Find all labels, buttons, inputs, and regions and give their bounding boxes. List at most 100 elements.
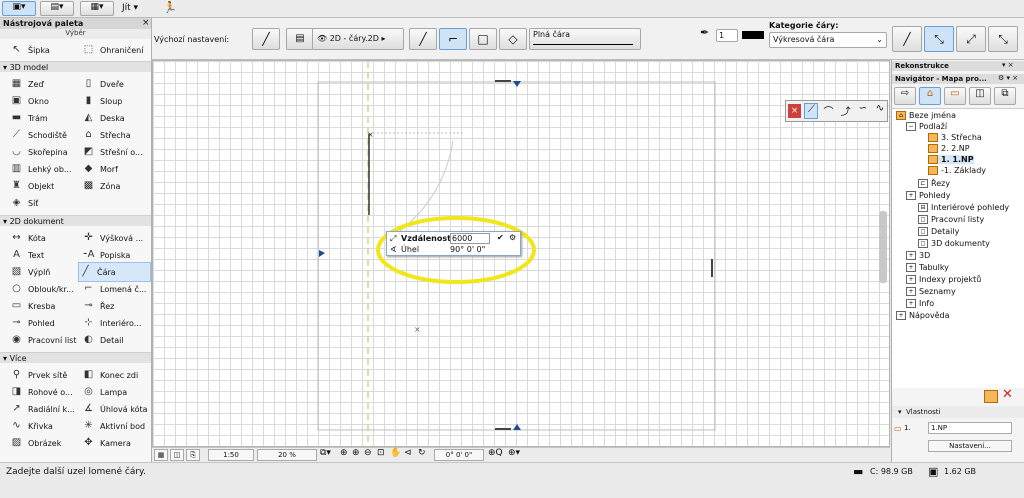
tool-mesh[interactable]: ◈ Síť (10, 194, 80, 212)
tree-project[interactable]: ⌂ Beze jména (896, 111, 956, 120)
prop-name-field[interactable]: 1.NP (928, 422, 1012, 434)
section-more[interactable]: ▾ Více (0, 352, 151, 363)
construction-3-button[interactable]: ⤢ (956, 26, 986, 52)
publisher-icon[interactable]: ⧉ (994, 87, 1016, 105)
confirm-icon[interactable]: ✔ (497, 233, 504, 242)
view-map-icon[interactable]: ▭ (944, 87, 966, 105)
view-presets-icon[interactable]: ⧉▾ (320, 448, 331, 458)
jit-menu[interactable]: Jít ▾ (122, 3, 138, 13)
tool-object[interactable]: ♜ Objekt (10, 177, 80, 195)
arc-segment-icon[interactable]: ⌒ (821, 103, 835, 119)
tool-detail[interactable]: ◐ Detail (82, 331, 150, 349)
tool-level-dimension[interactable]: ✛ Výšková ... (82, 229, 150, 247)
tree-story-2[interactable]: 2. 2.NP (928, 144, 970, 153)
tool-angle-dimension[interactable]: ∡ Úhlová kóta (82, 400, 150, 418)
toolbar-button-3[interactable]: ▦▾ (80, 1, 114, 16)
layer-icon-button[interactable]: ▤ (286, 28, 314, 50)
project-map-icon[interactable]: ⌂ (919, 87, 941, 105)
settings-line-button[interactable]: ╱ (252, 28, 280, 50)
tool-morph[interactable]: ◆ Morf (82, 160, 150, 178)
tree-3d[interactable]: +3D (906, 251, 930, 260)
tool-drawing[interactable]: ▭ Kresba (10, 297, 80, 315)
tool-interior-elevation[interactable]: ⊹ Interiéro... (82, 314, 150, 332)
tree-story-foundation[interactable]: -1. Základy (928, 166, 986, 175)
run-icon[interactable]: 🏃 (163, 1, 177, 14)
section-2d[interactable]: ▾ 2D dokument (0, 215, 151, 226)
geometry-polyline-button[interactable]: ⌐ (439, 28, 467, 50)
tool-stair[interactable]: ⟋ Schodiště (10, 126, 80, 144)
zoom-to-icon[interactable]: ⊕Q (488, 448, 503, 458)
freehand-segment-icon[interactable]: ∿ (873, 103, 887, 119)
tool-dimension[interactable]: ↔ Kóta (10, 229, 80, 247)
tool-grid-element[interactable]: ⚲ Prvek sítě (10, 366, 80, 384)
tool-skylight[interactable]: ◩ Střešní o... (82, 143, 150, 161)
zoom-field[interactable]: 20 % (257, 449, 317, 461)
pen-input[interactable]: 1 (716, 29, 738, 42)
tool-radial-dimension[interactable]: ↗ Radiální k... (10, 400, 80, 418)
rotate-icon[interactable]: ↻ (418, 448, 426, 458)
line-segment-icon[interactable]: ⟋ (804, 103, 819, 119)
layer-select[interactable]: 👁 2D - čáry.2D ▸ (312, 28, 404, 50)
tree-story-1[interactable]: 1. 1.NP (928, 155, 974, 164)
tree-interior-elevations[interactable]: ⊟ Interiérové pohledy (918, 203, 1009, 212)
previous-view-icon[interactable]: ⊲ (404, 448, 412, 458)
delete-icon[interactable]: ✕ (1002, 387, 1013, 402)
tool-elevation[interactable]: ⊸ Pohled (10, 314, 80, 332)
more-nav-icon[interactable]: ⊕▾ (508, 448, 520, 458)
tool-figure[interactable]: ▨ Obrázek (10, 434, 80, 452)
tree-info[interactable]: + Info (906, 299, 934, 308)
navigator-menu-icon[interactable]: ⇨ (894, 87, 916, 105)
tree-lists[interactable]: + Seznamy (906, 287, 956, 296)
tree-3d-documents[interactable]: ◻ 3D dokumenty (918, 239, 990, 248)
tool-camera[interactable]: ✥ Kamera (82, 434, 150, 452)
tool-shell[interactable]: ◡ Skořepina (10, 143, 80, 161)
construction-2-button[interactable]: ⤡ (924, 26, 954, 52)
tool-line[interactable]: ╱ Čára (78, 262, 151, 282)
tool-fill[interactable]: ▧ Výplň (10, 263, 80, 281)
bottom-btn-3[interactable]: ⎘ (186, 449, 200, 461)
tree-details[interactable]: ◻ Detaily (918, 227, 959, 236)
tool-beam[interactable]: ▬ Trám (10, 109, 80, 127)
orientation-field[interactable]: 0° 0' 0" (434, 449, 484, 461)
tool-corner-window[interactable]: ◨ Rohové o... (10, 383, 80, 401)
toolbar-button-2[interactable]: ▤▾ (40, 1, 74, 16)
marquee-tool[interactable]: ⬚ Ohraničení (82, 41, 150, 59)
construction-4-button[interactable]: ⤡ (988, 26, 1018, 52)
settings-button[interactable]: Nastavení... (928, 440, 1012, 452)
tool-worksheet[interactable]: ◉ Pracovní list (10, 331, 80, 349)
spline-segment-icon[interactable]: ∽ (856, 103, 870, 119)
arrow-tool[interactable]: ↖ Šipka (10, 41, 80, 59)
cancel-icon[interactable]: × (788, 104, 802, 118)
tool-slab[interactable]: ◭ Deska (82, 109, 150, 127)
section-3d[interactable]: ▾ 3D model (0, 61, 151, 72)
tool-window[interactable]: ▣ Okno (10, 92, 80, 110)
tool-roof[interactable]: ⌂ Střecha (82, 126, 150, 144)
tree-project-indexes[interactable]: + Indexy projektů (906, 275, 981, 284)
bottom-btn-1[interactable]: ▦ (154, 449, 168, 461)
drawing-canvas[interactable]: × × ⤢ Vzdálenost 6000 ✔ ⚙ ∢ Úhel 90° 0' … (152, 60, 890, 447)
zoom-out-icon[interactable]: ⊖ (364, 448, 372, 458)
tool-arc[interactable]: ○ Oblouk/kr... (10, 280, 80, 298)
bottom-btn-2[interactable]: ◫ (170, 449, 184, 461)
panel-controls-icon[interactable]: ▾ × (1002, 61, 1014, 69)
tool-spline[interactable]: ∿ Křivka (10, 417, 80, 435)
tangent-arc-icon[interactable]: ⤴ (839, 103, 853, 119)
new-view-icon[interactable] (984, 390, 998, 403)
tree-sections[interactable]: ⊏ Řezy (918, 179, 950, 188)
category-select[interactable]: Výkresová čára ⌄ (769, 32, 887, 48)
distance-input[interactable]: 6000 (450, 233, 490, 244)
tree-stories[interactable]: − Podlaží (906, 122, 947, 131)
tool-label[interactable]: ⁃A Popiska (82, 246, 150, 264)
angle-value[interactable]: 90° 0' 0" (450, 245, 485, 254)
tree-help[interactable]: + Nápověda (896, 311, 950, 320)
tree-worksheets[interactable]: ◻ Pracovní listy (918, 215, 984, 224)
layout-book-icon[interactable]: ◫ (969, 87, 991, 105)
tree-story-3[interactable]: 3. Střecha (928, 133, 982, 142)
tree-elevations[interactable]: + Pohledy (906, 191, 950, 200)
navigator-controls-icon[interactable]: ⚙ ▾ × (998, 74, 1018, 82)
tracker-box[interactable]: ⤢ Vzdálenost 6000 ✔ ⚙ ∢ Úhel 90° 0' 0" (386, 231, 521, 256)
settings-icon[interactable]: ⚙ (509, 233, 516, 242)
tool-zone[interactable]: ▩ Zóna (82, 177, 150, 195)
close-icon[interactable]: × (142, 18, 150, 28)
zoom-icon[interactable]: ⊕ (352, 448, 360, 458)
